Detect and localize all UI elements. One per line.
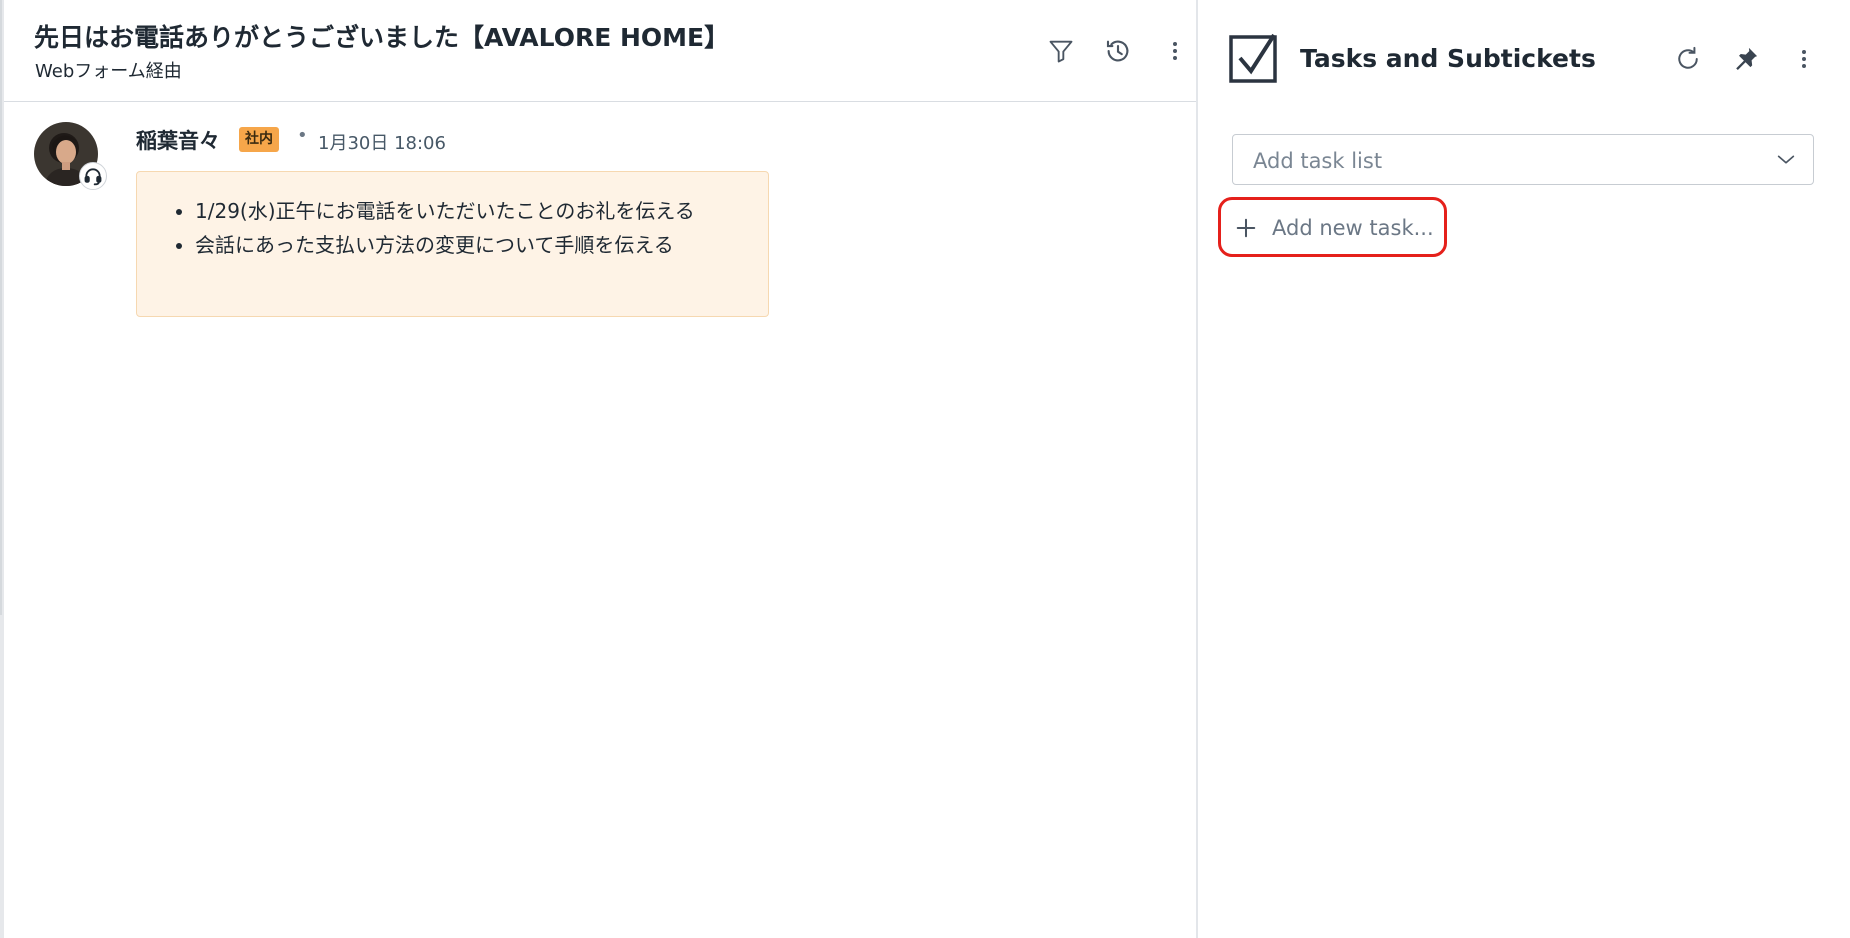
ticket-pane: 先日はお電話ありがとうございました【AVALORE HOME】 Webフォーム経… — [4, 0, 1196, 938]
add-new-task-label: Add new task... — [1272, 216, 1434, 240]
task-list-select[interactable]: Add task list — [1232, 134, 1814, 185]
internal-note-badge: 社内 — [239, 127, 279, 152]
refresh-icon — [1678, 46, 1698, 69]
plus-icon — [1236, 218, 1256, 238]
tasks-panel-title: Tasks and Subtickets — [1300, 44, 1596, 73]
filter-button[interactable] — [1043, 33, 1079, 69]
internal-note-body: 1/29(水)正午にお電話をいただいたことのお礼を伝える 会話にあった支払い方法… — [136, 171, 769, 317]
meta-separator: • — [297, 125, 308, 146]
message-timestamp: 1月30日 18:06 — [318, 133, 446, 154]
pin-button[interactable] — [1728, 41, 1764, 77]
tasks-panel: Tasks and Subtickets Add task list Add n… — [1198, 0, 1850, 938]
history-button[interactable] — [1100, 33, 1136, 69]
message-author[interactable]: 稲葉音々 — [136, 125, 220, 155]
list-item: 1/29(水)正午にお電話をいただいたことのお礼を伝える — [195, 194, 695, 228]
more-vertical-icon — [1802, 50, 1806, 68]
list-item: 会話にあった支払い方法の変更について手順を伝える — [195, 228, 695, 262]
ticket-header: 先日はお電話ありがとうございました【AVALORE HOME】 Webフォーム経… — [4, 0, 1196, 102]
agent-headset-badge — [79, 162, 107, 190]
ticket-more-button[interactable] — [1157, 33, 1193, 69]
headset-icon — [84, 168, 102, 186]
history-icon — [1106, 40, 1129, 62]
checkbox-logo-icon — [1229, 33, 1277, 83]
pin-icon — [1736, 47, 1758, 70]
window-left-edge-shadow — [0, 0, 2, 615]
filter-icon — [1049, 40, 1073, 63]
more-vertical-icon — [1173, 42, 1177, 60]
add-new-task-button[interactable]: Add new task... — [1218, 197, 1447, 257]
ticket-title: 先日はお電話ありがとうございました【AVALORE HOME】 — [34, 23, 730, 52]
refresh-button[interactable] — [1670, 41, 1706, 77]
note-item-list: 1/29(水)正午にお電話をいただいたことのお礼を伝える 会話にあった支払い方法… — [195, 194, 695, 262]
task-list-select-placeholder: Add task list — [1253, 149, 1383, 173]
tasks-more-button[interactable] — [1786, 41, 1822, 77]
chevron-down-icon — [1777, 155, 1795, 164]
ticket-source: Webフォーム経由 — [35, 61, 182, 82]
